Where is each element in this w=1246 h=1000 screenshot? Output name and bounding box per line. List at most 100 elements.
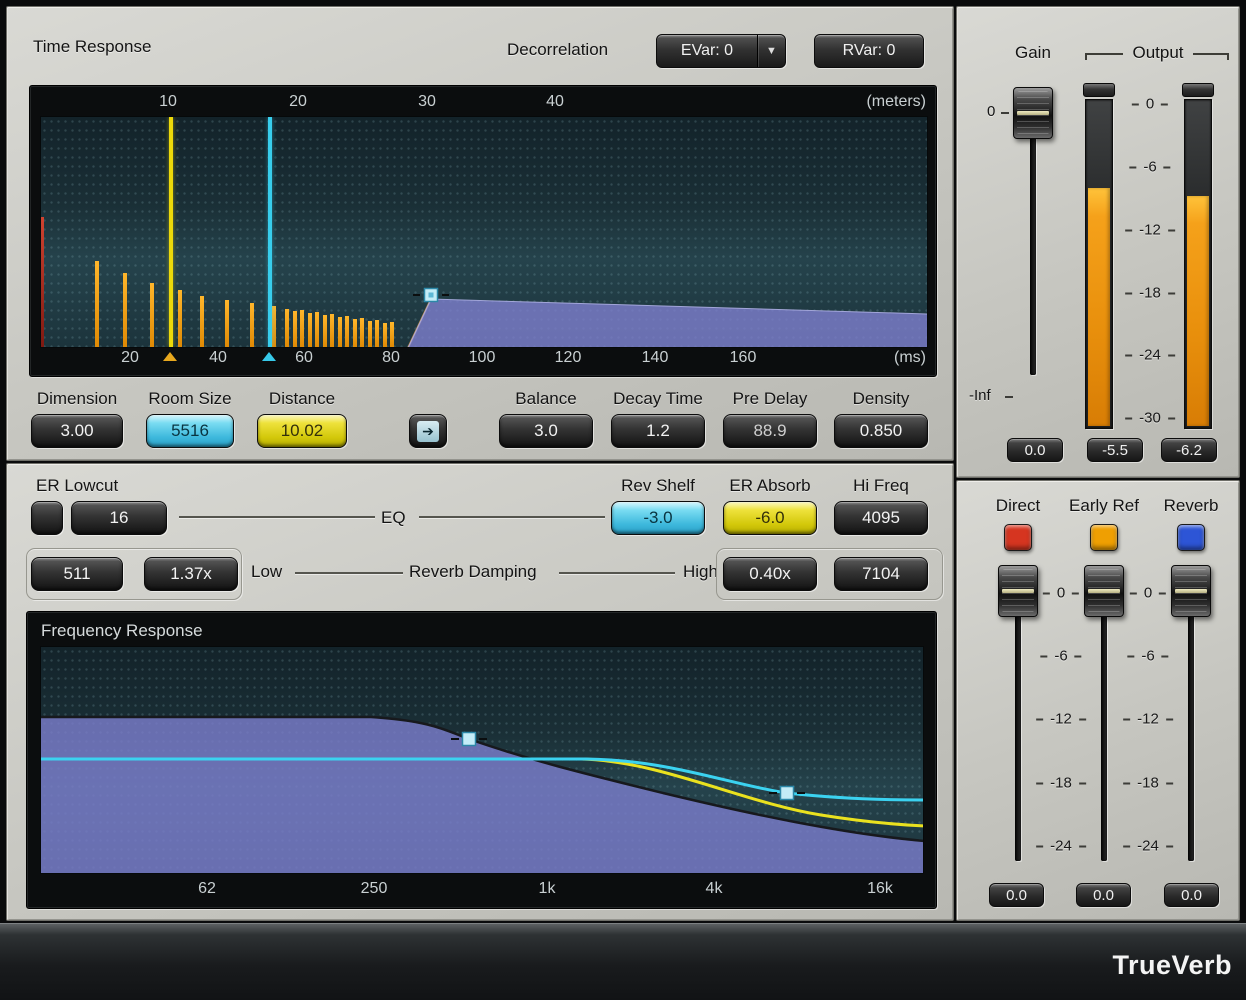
mixer-scale-tick: -12 [1137,711,1159,728]
damping-low-freq-value[interactable]: 511 [31,557,123,591]
mixer-scale-tick: 0 [1144,585,1152,602]
mixer-scale-tick: -18 [1137,775,1159,792]
rev-shelf-value[interactable]: -3.0 [611,501,705,535]
frequency-response-title: Frequency Response [41,621,203,641]
er-absorb-value[interactable]: -6.0 [723,501,817,535]
dimension-value[interactable]: 3.00 [31,414,123,448]
reverb-solo-button[interactable] [1177,524,1205,551]
reverb-fader-handle[interactable] [1171,565,1211,617]
damping-high-freq-value[interactable]: 7104 [834,557,928,591]
eq-handle-1[interactable] [463,733,476,746]
output-meter-left [1085,99,1113,429]
yellow-marker-triangle[interactable] [163,352,177,361]
output-meter-right-level [1187,196,1209,426]
er-absorb-label: ER Absorb [717,476,823,496]
room-size-value[interactable]: 5516 [146,414,234,448]
gain-value[interactable]: 0.0 [1007,438,1063,462]
distance-value[interactable]: 10.02 [257,414,347,448]
damping-high-label: High [683,562,718,582]
time-response-panel: Time Response Decorrelation EVar: 0 ▼ RV… [6,6,954,461]
er-lowcut-label: ER Lowcut [36,476,118,496]
ms-axis-tick: 40 [209,349,227,367]
ms-axis-unit: (ms) [894,349,926,367]
reverb-value[interactable]: 0.0 [1164,883,1219,907]
link-arrow-button[interactable]: ➔ [409,414,447,448]
gain-fader-handle[interactable] [1013,87,1053,139]
meter-left-value[interactable]: -5.5 [1087,438,1143,462]
damping-low-label: Low [251,562,282,582]
balance-value[interactable]: 3.0 [499,414,593,448]
footer-bar: TrueVerb [0,923,1246,1000]
meter-right-value[interactable]: -6.2 [1161,438,1217,462]
frequency-response-frame: Frequency Response 62 250 1k 4k [26,611,937,909]
rvar-button[interactable]: RVar: 0 [814,34,924,68]
early-ref-solo-button[interactable] [1090,524,1118,551]
damping-low-ratio-value[interactable]: 1.37x [144,557,238,591]
frequency-response-plot [40,646,924,874]
ms-axis-tick: 120 [555,349,582,367]
cyan-marker-triangle[interactable] [262,352,276,361]
freq-axis-tick: 250 [361,880,388,898]
freq-axis-tick: 1k [539,880,556,898]
output-scale-tick: -18 [1139,285,1161,302]
mixer-scale-tick: -24 [1050,838,1072,855]
gain-fader-track[interactable] [1030,103,1036,375]
early-ref-value[interactable]: 0.0 [1076,883,1131,907]
eq-handle-2[interactable] [781,787,794,800]
eq-connector-line [419,516,605,518]
hi-freq-label: Hi Freq [834,476,928,496]
pre-delay-label: Pre Delay [723,389,817,409]
direct-solo-button[interactable] [1004,524,1032,551]
meter-right-cap [1182,83,1214,97]
output-meter-right [1184,99,1212,429]
direct-value[interactable]: 0.0 [989,883,1044,907]
evar-dropdown[interactable]: EVar: 0 ▼ [656,34,786,68]
meters-axis-unit: (meters) [866,93,926,111]
ms-axis-tick: 80 [382,349,400,367]
mixer-panel: Direct Early Ref Reverb 0 -6 -12 -18 -24… [956,480,1240,921]
ms-axis-tick: 100 [469,349,496,367]
decay-time-value[interactable]: 1.2 [611,414,705,448]
chevron-down-icon[interactable]: ▼ [757,35,785,67]
direct-label: Direct [988,496,1048,516]
freq-axis-tick: 16k [867,880,893,898]
dimension-label: Dimension [31,389,123,409]
mixer-scale-tick: 0 [1057,585,1065,602]
reverb-label: Reverb [1161,496,1221,516]
brand-logo: TrueVerb [1112,950,1232,981]
ms-axis-tick: 20 [121,349,139,367]
meters-axis-tick: 40 [546,93,564,111]
time-response-title: Time Response [33,37,151,57]
output-meter-left-level [1088,188,1110,426]
freq-axis-tick: 4k [706,880,723,898]
early-ref-label: Early Ref [1064,496,1144,516]
damping-high-ratio-value[interactable]: 0.40x [723,557,817,591]
gain-label: Gain [1015,43,1051,63]
output-panel: Gain Output 0 -Inf 0 -6 -12 -18 -24 -30 … [956,6,1240,478]
direct-fader-handle[interactable] [998,565,1038,617]
frequency-response-curves [41,647,924,874]
reverb-damping-label: Reverb Damping [409,562,537,582]
room-size-label: Room Size [137,389,243,409]
er-lowcut-value[interactable]: 16 [71,501,167,535]
reverb-envelope [408,299,928,348]
output-bracket-line [1085,53,1123,60]
damping-connector-line [295,572,403,574]
mixer-scale-tick: -18 [1050,775,1072,792]
eq-connector-line [179,516,375,518]
evar-value: EVar: 0 [657,35,757,67]
hi-freq-value[interactable]: 4095 [834,501,928,535]
mixer-scale-tick: -6 [1054,648,1067,665]
pre-delay-value[interactable]: 88.9 [723,414,817,448]
early-ref-fader-handle[interactable] [1084,565,1124,617]
trueverb-plugin-window: Time Response Decorrelation EVar: 0 ▼ RV… [0,0,1246,1000]
freq-axis-tick: 62 [198,880,216,898]
density-label: Density [834,389,928,409]
link-arrow-icon: ➔ [417,421,439,442]
rvar-value: RVar: 0 [815,35,923,67]
gain-tick [1001,112,1009,114]
eq-panel: ER Lowcut 16 EQ Rev Shelf -3.0 ER Absorb… [6,463,954,921]
reverb-start-handle-center [429,293,434,298]
density-value[interactable]: 0.850 [834,414,928,448]
er-lowcut-toggle-button[interactable] [31,501,63,535]
